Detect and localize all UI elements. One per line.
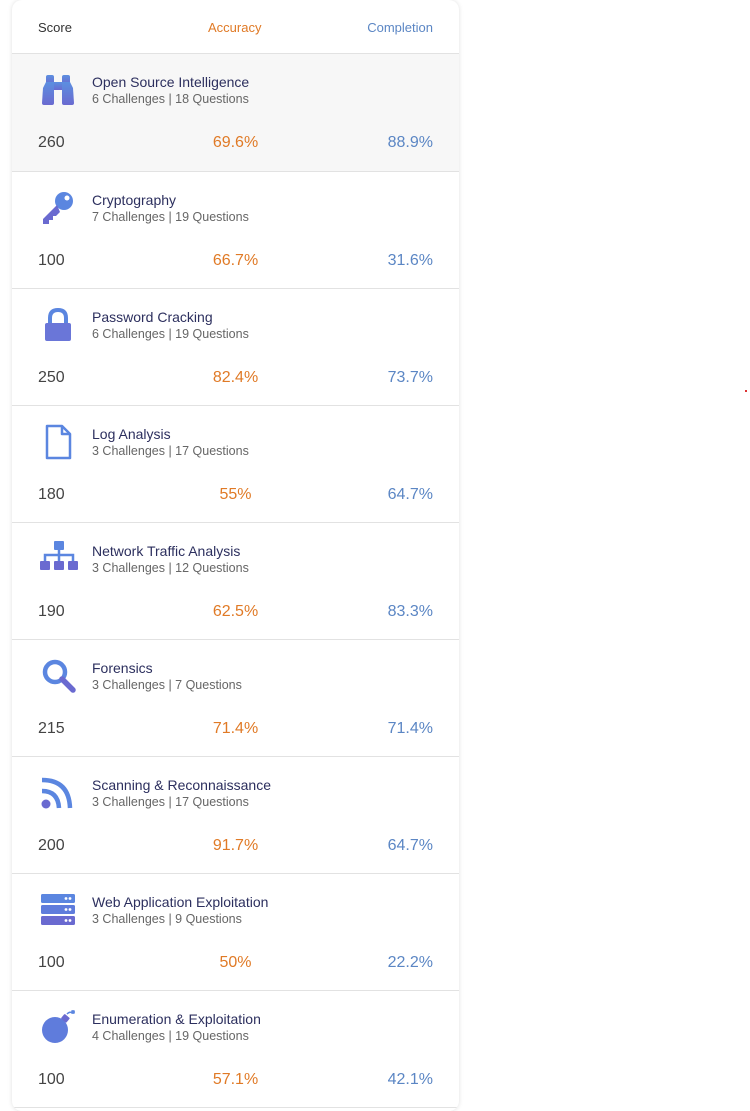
category-title: Web Application Exploitation bbox=[92, 894, 269, 910]
search-icon bbox=[40, 658, 76, 694]
category-row[interactable]: Open Source Intelligence 6 Challenges | … bbox=[12, 54, 459, 172]
score-column-header[interactable]: Score bbox=[38, 20, 72, 35]
accuracy-value: 55% bbox=[219, 486, 252, 503]
category-title: Enumeration & Exploitation bbox=[92, 1011, 261, 1027]
category-row[interactable]: Log Analysis 3 Challenges | 17 Questions… bbox=[12, 406, 459, 523]
category-subtitle: 6 Challenges | 19 Questions bbox=[92, 327, 249, 341]
score-value: 100 bbox=[38, 954, 65, 971]
score-value: 190 bbox=[38, 603, 65, 620]
completion-value: 73.7% bbox=[387, 369, 433, 386]
completion-value: 42.1% bbox=[387, 1071, 433, 1088]
category-subtitle: 3 Challenges | 7 Questions bbox=[92, 678, 242, 692]
completion-value: 31.6% bbox=[387, 252, 433, 269]
table-header: Score Accuracy Completion bbox=[12, 0, 459, 54]
category-title: Cryptography bbox=[92, 192, 177, 208]
category-row[interactable]: Enumeration & Exploitation 4 Challenges … bbox=[12, 991, 459, 1108]
category-title: Open Source Intelligence bbox=[92, 74, 250, 90]
key-icon bbox=[40, 190, 76, 226]
network-icon bbox=[40, 541, 78, 577]
score-value: 180 bbox=[38, 486, 65, 503]
category-row[interactable]: Network Traffic Analysis 3 Challenges | … bbox=[12, 523, 459, 640]
category-subtitle: 6 Challenges | 18 Questions bbox=[92, 92, 249, 106]
category-title: Network Traffic Analysis bbox=[92, 543, 241, 559]
accuracy-value: 57.1% bbox=[212, 1071, 259, 1088]
score-value: 215 bbox=[38, 720, 65, 737]
score-value: 100 bbox=[38, 252, 65, 269]
accuracy-value: 91.7% bbox=[212, 837, 259, 854]
category-title: Scanning & Reconnaissance bbox=[92, 777, 272, 793]
stray-pixel bbox=[745, 390, 747, 392]
completion-value: 71.4% bbox=[387, 720, 433, 737]
category-row[interactable]: Forensics 3 Challenges | 7 Questions 215… bbox=[12, 640, 459, 757]
accuracy-value: 69.6% bbox=[212, 134, 259, 151]
completion-column-header[interactable]: Completion bbox=[367, 20, 433, 35]
accuracy-column-header[interactable]: Accuracy bbox=[208, 20, 261, 35]
lock-icon bbox=[40, 307, 76, 343]
category-subtitle: 3 Challenges | 17 Questions bbox=[92, 795, 249, 809]
completion-value: 64.7% bbox=[387, 837, 433, 854]
score-value: 260 bbox=[38, 134, 65, 151]
category-title: Forensics bbox=[92, 660, 153, 676]
category-subtitle: 4 Challenges | 19 Questions bbox=[92, 1029, 249, 1043]
bomb-icon bbox=[40, 1009, 76, 1045]
accuracy-value: 66.7% bbox=[212, 252, 259, 269]
category-title: Log Analysis bbox=[92, 426, 171, 442]
completion-value: 83.3% bbox=[387, 603, 433, 620]
accuracy-value: 62.5% bbox=[212, 603, 259, 620]
category-stats-card: Score Accuracy Completion Open Source In… bbox=[12, 0, 459, 1111]
rss-icon bbox=[40, 775, 76, 811]
binoculars-icon bbox=[40, 72, 76, 108]
file-icon bbox=[40, 424, 76, 460]
accuracy-value: 82.4% bbox=[212, 369, 259, 386]
category-row[interactable]: Scanning & Reconnaissance 3 Challenges |… bbox=[12, 757, 459, 874]
category-row[interactable]: Web Application Exploitation 3 Challenge… bbox=[12, 874, 459, 991]
score-value: 250 bbox=[38, 369, 65, 386]
completion-value: 88.9% bbox=[387, 134, 433, 151]
score-value: 200 bbox=[38, 837, 65, 854]
category-subtitle: 3 Challenges | 12 Questions bbox=[92, 561, 249, 575]
category-title: Password Cracking bbox=[92, 309, 213, 325]
category-subtitle: 7 Challenges | 19 Questions bbox=[92, 210, 249, 224]
category-row[interactable]: Cryptography 7 Challenges | 19 Questions… bbox=[12, 172, 459, 289]
completion-value: 22.2% bbox=[387, 954, 433, 971]
accuracy-value: 71.4% bbox=[212, 720, 259, 737]
category-row[interactable]: Password Cracking 6 Challenges | 19 Ques… bbox=[12, 289, 459, 406]
category-subtitle: 3 Challenges | 17 Questions bbox=[92, 444, 249, 458]
accuracy-value: 50% bbox=[219, 954, 252, 971]
score-value: 100 bbox=[38, 1071, 65, 1088]
completion-value: 64.7% bbox=[387, 486, 433, 503]
server-icon bbox=[40, 892, 76, 928]
category-subtitle: 3 Challenges | 9 Questions bbox=[92, 912, 242, 926]
